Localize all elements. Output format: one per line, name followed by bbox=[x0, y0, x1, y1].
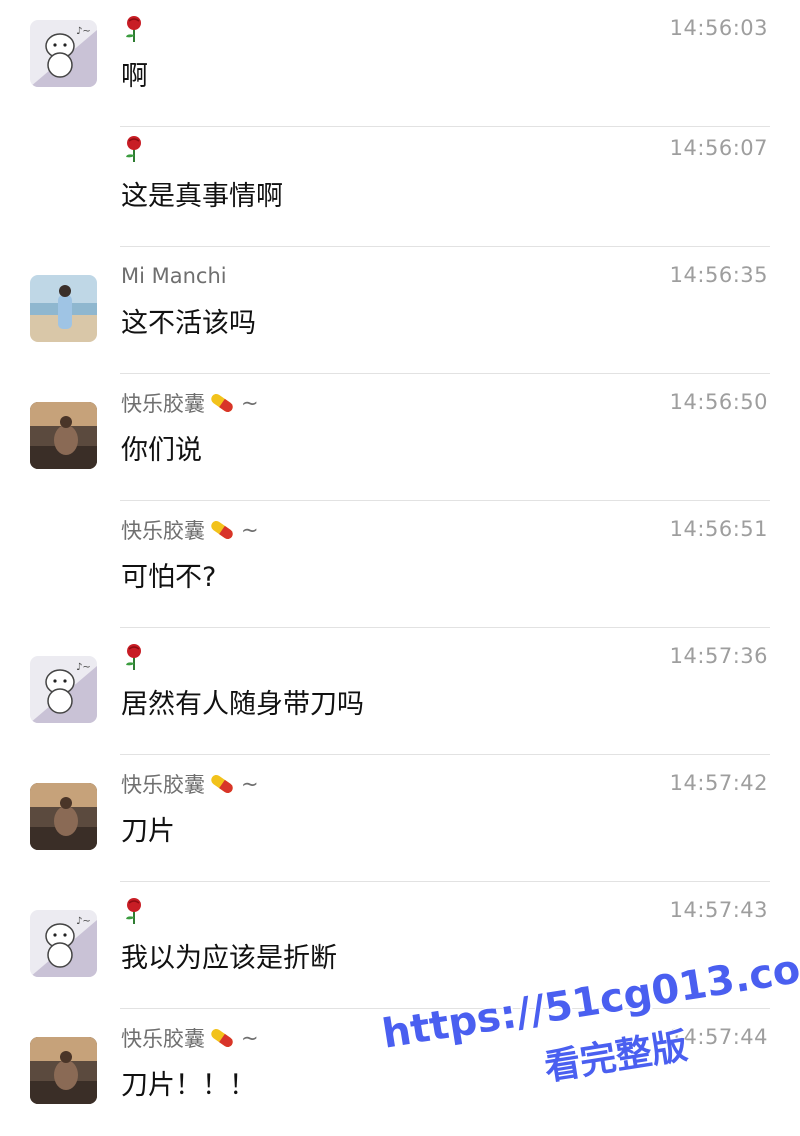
sender-name: Mi Manchi bbox=[121, 264, 227, 288]
message-time: 14:57:44 bbox=[669, 1025, 768, 1049]
message-text[interactable]: 我以为应该是折断 bbox=[121, 936, 337, 975]
pill-icon bbox=[207, 1026, 237, 1050]
sender-name-text: 快乐胶囊 bbox=[121, 519, 205, 543]
message-item[interactable]: Mi Manchi 14:56:35 这不活该吗 bbox=[0, 247, 800, 374]
sender-suffix: ~ bbox=[241, 391, 259, 415]
message-time: 14:57:43 bbox=[669, 898, 768, 922]
message-time: 14:56:07 bbox=[669, 136, 768, 160]
message-text[interactable]: 啊 bbox=[121, 54, 148, 93]
message-text[interactable]: 可怕不? bbox=[121, 555, 216, 594]
message-item[interactable]: ♪~ 14:57:36 居然有人随身带刀吗 bbox=[0, 628, 800, 755]
chat-history: ♪~ 14:56:03 啊 14:56:07 这是真事情啊 Mi Manchi … bbox=[0, 0, 800, 1123]
sender-name bbox=[121, 14, 147, 44]
sender-suffix: ~ bbox=[241, 1026, 259, 1050]
message-time: 14:57:42 bbox=[669, 771, 768, 795]
message-item[interactable]: 14:56:07 这是真事情啊 bbox=[0, 120, 800, 247]
sender-name-text: 快乐胶囊 bbox=[121, 773, 205, 797]
message-text[interactable]: 刀片 bbox=[121, 809, 175, 848]
avatar-bear[interactable]: ♪~ bbox=[30, 910, 97, 977]
sender-name: 快乐胶囊 ~ bbox=[121, 515, 259, 545]
rose-icon bbox=[121, 135, 147, 163]
message-item[interactable]: 快乐胶囊 ~ 14:56:50 你们说 bbox=[0, 374, 800, 501]
message-time: 14:56:51 bbox=[669, 517, 768, 541]
sender-name bbox=[121, 896, 147, 926]
sender-name-text: 快乐胶囊 bbox=[121, 392, 205, 416]
message-item[interactable]: 快乐胶囊 ~ 14:56:51 可怕不? bbox=[0, 501, 800, 628]
sender-name: 快乐胶囊 ~ bbox=[121, 388, 259, 418]
message-item[interactable]: ♪~ 14:57:43 我以为应该是折断 bbox=[0, 882, 800, 1009]
pill-icon bbox=[207, 391, 237, 415]
message-item[interactable]: 快乐胶囊 ~ 14:57:44 刀片！！！ bbox=[0, 1009, 800, 1136]
sender-name bbox=[121, 134, 147, 164]
avatar-sunset[interactable] bbox=[30, 402, 97, 469]
rose-icon bbox=[121, 15, 147, 43]
message-time: 14:57:36 bbox=[669, 644, 768, 668]
sender-name bbox=[121, 642, 147, 672]
message-text[interactable]: 这不活该吗 bbox=[121, 301, 256, 340]
avatar-sunset[interactable] bbox=[30, 1037, 97, 1104]
rose-icon bbox=[121, 897, 147, 925]
message-time: 14:56:03 bbox=[669, 16, 768, 40]
message-time: 14:56:50 bbox=[669, 390, 768, 414]
avatar-bear[interactable]: ♪~ bbox=[30, 20, 97, 87]
sender-name: 快乐胶囊 ~ bbox=[121, 1023, 259, 1053]
message-time: 14:56:35 bbox=[669, 263, 768, 287]
message-text[interactable]: 刀片！！！ bbox=[121, 1063, 256, 1102]
svg-text:♪~: ♪~ bbox=[76, 916, 91, 927]
message-item[interactable]: ♪~ 14:56:03 啊 bbox=[0, 0, 800, 127]
rose-icon bbox=[121, 643, 147, 671]
message-text[interactable]: 居然有人随身带刀吗 bbox=[121, 682, 364, 721]
sender-name-text: 快乐胶囊 bbox=[121, 1027, 205, 1051]
avatar-bear[interactable]: ♪~ bbox=[30, 656, 97, 723]
svg-text:♪~: ♪~ bbox=[76, 26, 91, 37]
avatar-sunset[interactable] bbox=[30, 783, 97, 850]
message-text[interactable]: 你们说 bbox=[121, 428, 202, 467]
svg-text:♪~: ♪~ bbox=[76, 662, 91, 673]
message-text[interactable]: 这是真事情啊 bbox=[121, 174, 283, 213]
message-item[interactable]: 快乐胶囊 ~ 14:57:42 刀片 bbox=[0, 755, 800, 882]
sender-name: 快乐胶囊 ~ bbox=[121, 769, 259, 799]
avatar-beach[interactable] bbox=[30, 275, 97, 342]
pill-icon bbox=[207, 518, 237, 542]
sender-suffix: ~ bbox=[241, 772, 259, 796]
pill-icon bbox=[207, 772, 237, 796]
sender-suffix: ~ bbox=[241, 518, 259, 542]
